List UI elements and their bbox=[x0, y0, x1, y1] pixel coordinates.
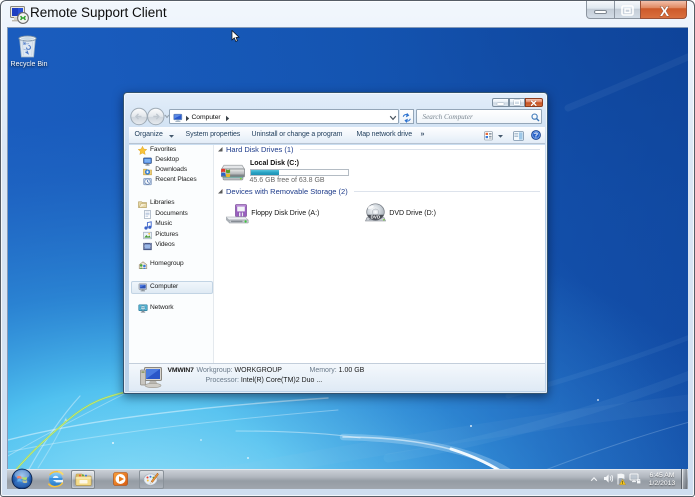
svg-text:DVD: DVD bbox=[370, 214, 380, 219]
svg-text:X: X bbox=[660, 4, 669, 18]
svg-text:?: ? bbox=[533, 133, 537, 140]
